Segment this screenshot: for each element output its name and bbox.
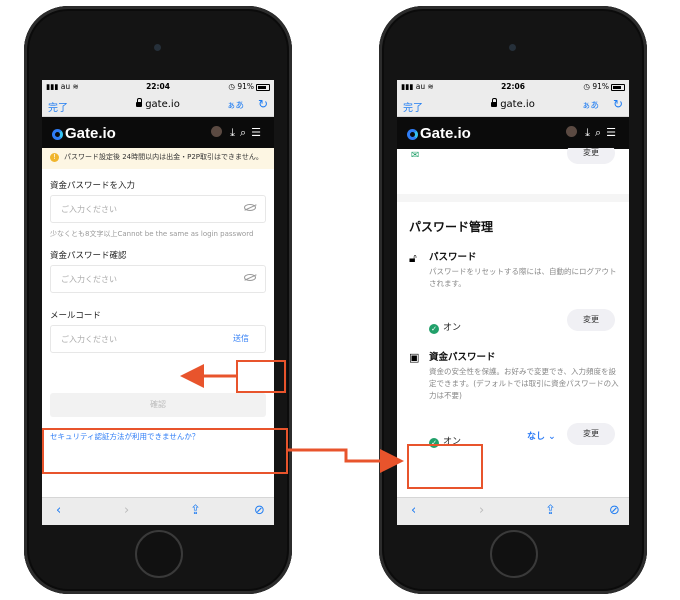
forward-icon[interactable]: ›: [124, 503, 129, 518]
wallet-lock-icon: ▣: [409, 351, 420, 364]
text-size-button[interactable]: ぁあ: [582, 99, 599, 111]
gate-logo[interactable]: Gate.io: [407, 125, 471, 142]
home-button[interactable]: [135, 530, 183, 578]
browser-bar: 完了 gate.io ぁあ ↻: [42, 94, 274, 117]
email-check-icon: ✉: [411, 150, 420, 161]
fund-password-label: 資金パスワードを入力: [50, 181, 136, 191]
warning-icon: !: [50, 153, 59, 162]
share-icon[interactable]: ⇪: [190, 503, 201, 518]
fund-password-title: 資金パスワード: [429, 352, 496, 363]
eye-hidden-icon[interactable]: [244, 204, 256, 211]
password-title: パスワード: [429, 252, 477, 263]
password-change-button[interactable]: 変更: [567, 309, 615, 331]
reload-icon[interactable]: ↻: [613, 97, 623, 111]
avatar[interactable]: [211, 126, 223, 137]
confirm-password-label: 資金パスワード確認: [50, 251, 127, 261]
notice-banner: ! パスワード設定後 24時間以内は出金・P2P取引はできません。: [42, 148, 274, 169]
section-title: パスワード管理: [409, 220, 494, 234]
frequency-dropdown[interactable]: なし ⌄: [527, 429, 556, 442]
status-text: オン: [443, 323, 462, 333]
check-icon: ✓: [429, 324, 439, 334]
lock-icon: [491, 97, 498, 107]
site-header: Gate.io ⤓⌕☰: [42, 117, 274, 149]
url-text: gate.io: [145, 99, 180, 110]
home-button[interactable]: [490, 530, 538, 578]
alarm-icon: ◷: [583, 82, 590, 91]
forward-icon[interactable]: ›: [479, 503, 484, 518]
brand-text: Gate.io: [65, 125, 116, 142]
lock-icon: [136, 97, 143, 107]
search-icon[interactable]: ⌕: [240, 126, 251, 139]
send-code-button[interactable]: 送信: [233, 333, 249, 344]
battery-percent: 91%: [237, 82, 254, 91]
placeholder: ご入力ください: [61, 275, 117, 284]
menu-icon[interactable]: ☰: [251, 126, 266, 139]
password-desc: パスワードをリセットする際には、自動的にログアウトされます。: [429, 267, 617, 288]
email-code-input[interactable]: ご入力ください 送信: [50, 325, 266, 353]
gate-mark-icon: [407, 129, 418, 140]
left-phone: ▮▮▮ au ≋ 22:04 ◷ 91% 完了 gate.io ぁあ ↻ Gat…: [24, 6, 292, 594]
send-highlight-box: [236, 360, 286, 393]
text-size-button[interactable]: ぁあ: [227, 99, 244, 111]
front-camera: [154, 44, 161, 51]
placeholder: ご入力ください: [61, 335, 117, 344]
brand-text: Gate.io: [420, 125, 471, 142]
compass-icon[interactable]: ⊘: [609, 503, 620, 518]
section-divider: [397, 194, 629, 202]
confirm-password-input[interactable]: ご入力ください: [50, 265, 266, 293]
browser-bar: 完了 gate.io ぁあ ↻: [397, 94, 629, 117]
status-highlight-box: [407, 444, 483, 489]
browser-toolbar: ‹ › ⇪ ⊘: [397, 497, 629, 525]
fund-password-change-button[interactable]: 変更: [567, 423, 615, 445]
password-hint: 少なくとも8文字以上Cannot be the same as login pa…: [50, 230, 254, 238]
right-phone: ▮▮▮ au ≋ 22:06 ◷ 91% 完了 gate.io ぁあ ↻ Gat…: [379, 6, 647, 594]
download-icon[interactable]: ⤓: [585, 126, 595, 139]
battery-icon: [256, 83, 270, 91]
notice-text: パスワード設定後 24時間以内は出金・P2P取引はできません。: [64, 153, 263, 161]
avatar[interactable]: [566, 126, 578, 137]
alarm-icon: ◷: [228, 82, 235, 91]
url-text: gate.io: [500, 99, 535, 110]
gate-logo[interactable]: Gate.io: [52, 125, 116, 142]
menu-icon[interactable]: ☰: [606, 126, 621, 139]
fund-password-desc: 資金の安全性を保護。お好みで変更でき、入力頻度を設定できます。(デフォルトでは取…: [429, 367, 619, 400]
browser-toolbar: ‹ › ⇪ ⊘: [42, 497, 274, 525]
eye-hidden-icon[interactable]: [244, 274, 256, 281]
lock-icon: 🔓︎: [409, 251, 417, 265]
password-item: 🔓︎ パスワード パスワードをリセットする際には、自動的にログアウトされます。 …: [397, 247, 629, 347]
change-button-top[interactable]: 変更: [567, 148, 615, 164]
battery-percent: 91%: [592, 82, 609, 91]
password-management-section: パスワード管理: [397, 202, 629, 235]
compass-icon[interactable]: ⊘: [254, 503, 265, 518]
password-status: ✓ オン: [429, 315, 461, 334]
fund-password-input[interactable]: ご入力ください: [50, 195, 266, 223]
previous-item: ✉ 変更: [397, 148, 629, 194]
fund-password-item: ▣ 資金パスワード 資金の安全性を保護。お好みで変更でき、入力頻度を設定できます…: [397, 347, 629, 457]
frequency-value: なし: [527, 432, 546, 442]
front-camera: [509, 44, 516, 51]
back-icon[interactable]: ‹: [56, 503, 61, 518]
share-icon[interactable]: ⇪: [545, 503, 556, 518]
confirm-button[interactable]: 確認: [50, 393, 266, 417]
reload-icon[interactable]: ↻: [258, 97, 268, 111]
status-bar: ▮▮▮ au ≋ 22:04 ◷ 91%: [42, 80, 274, 94]
gate-mark-icon: [52, 129, 63, 140]
status-bar: ▮▮▮ au ≋ 22:06 ◷ 91%: [397, 80, 629, 94]
confirm-highlight-box: [42, 428, 288, 474]
placeholder: ご入力ください: [61, 205, 117, 214]
back-icon[interactable]: ‹: [411, 503, 416, 518]
download-icon[interactable]: ⤓: [230, 126, 240, 139]
battery-icon: [611, 83, 625, 91]
search-icon[interactable]: ⌕: [595, 126, 606, 139]
chevron-down-icon: ⌄: [548, 432, 556, 442]
email-code-label: メールコード: [50, 311, 101, 321]
site-header: Gate.io ⤓⌕☰: [397, 117, 629, 149]
